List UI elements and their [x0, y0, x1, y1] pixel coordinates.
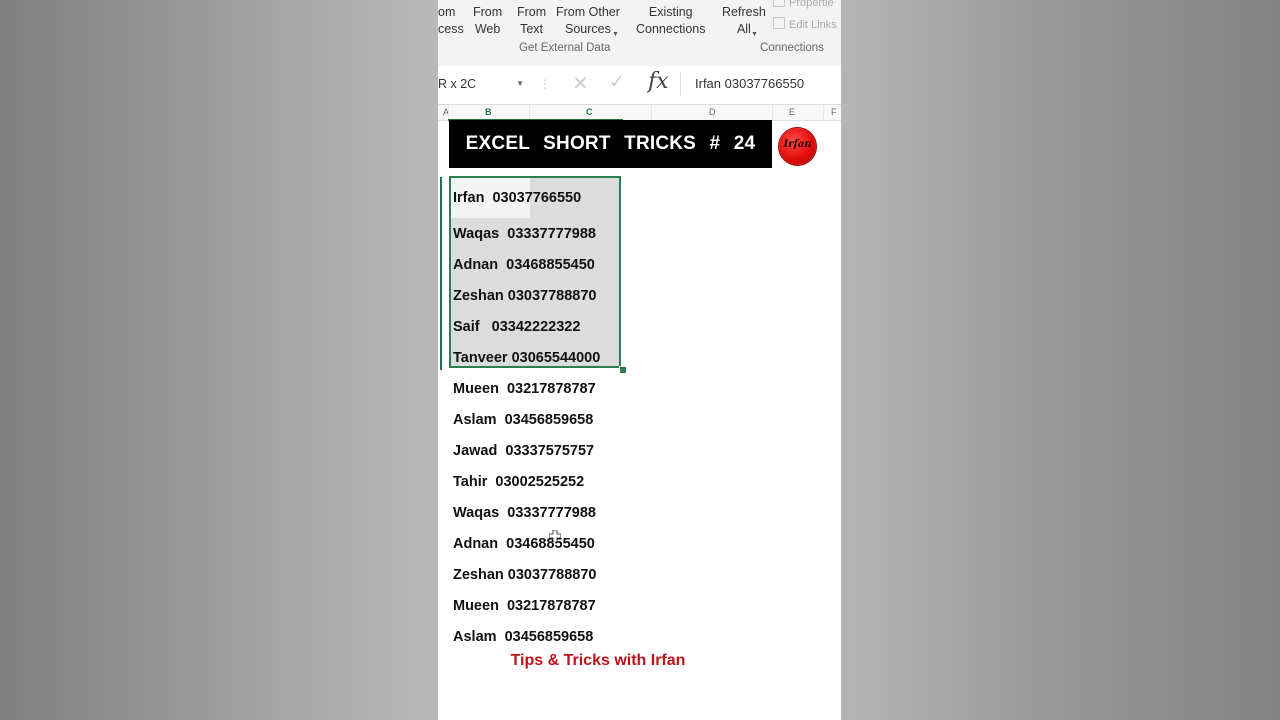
column-header-e[interactable]: E	[789, 107, 795, 117]
column-divider	[823, 105, 824, 120]
list-item[interactable]: Aslam 03456859658	[453, 411, 593, 429]
enter-check-icon[interactable]: ✓	[609, 71, 625, 94]
properties-label: Propertie	[789, 0, 834, 9]
list-item[interactable]: Irfan 03037766550	[453, 189, 581, 207]
column-divider	[448, 105, 449, 120]
data-ribbon: om cess From Web From Text From Other So…	[438, 0, 841, 67]
column-header-b[interactable]: B	[485, 107, 492, 117]
column-divider	[772, 105, 773, 120]
refresh-all-button[interactable]: Refresh All ▼	[722, 4, 766, 38]
formula-bar: R x 2C ▼ ⋮ ✕ ✓ fx Irfan 03037766550	[438, 66, 841, 105]
chevron-down-icon: ▼	[612, 31, 619, 38]
from-web-label: From Web	[473, 5, 503, 36]
list-item[interactable]: Adnan 03468855450	[453, 256, 595, 274]
from-text-button[interactable]: From Text	[517, 4, 546, 38]
channel-logo: Irfan	[779, 128, 816, 165]
from-text-label: From Text	[517, 5, 547, 36]
column-header-f[interactable]: F	[831, 107, 837, 117]
from-web-button[interactable]: From Web	[473, 4, 502, 38]
name-box[interactable]: R x 2C ▼	[438, 75, 524, 93]
column-divider	[529, 105, 530, 120]
fill-handle[interactable]	[619, 366, 627, 374]
name-box-value: R x 2C	[438, 77, 477, 91]
list-item[interactable]: Waqas 03337777988	[453, 225, 596, 243]
logo-mark: Irfan	[783, 139, 812, 150]
chevron-down-icon[interactable]: ▼	[516, 75, 524, 93]
list-item[interactable]: Jawad 03337575757	[453, 442, 594, 460]
cancel-icon[interactable]: ✕	[572, 71, 589, 96]
edit-links-button[interactable]: Edit Links	[773, 17, 837, 31]
formula-divider	[680, 72, 681, 96]
list-item[interactable]: Tanveer 03065544000	[453, 349, 600, 367]
excel-screen: om cess From Web From Text From Other So…	[438, 0, 841, 720]
cell-cursor-icon	[549, 530, 561, 542]
group-get-external-data: Get External Data	[519, 42, 611, 54]
group-connections: Connections	[760, 42, 824, 54]
from-access-label: om cess	[438, 5, 464, 36]
selected-rows-indicator	[440, 177, 442, 370]
column-divider	[651, 105, 652, 120]
list-item[interactable]: Saif 03342222322	[453, 318, 580, 336]
from-access-button[interactable]: om cess	[438, 4, 464, 38]
list-item[interactable]: Mueen 03217878787	[453, 597, 596, 615]
edit-links-icon	[773, 17, 785, 29]
list-item[interactable]: Zeshan 03037788870	[453, 566, 597, 584]
from-other-sources-button[interactable]: From Other Sources ▼	[556, 4, 620, 38]
properties-button[interactable]: Propertie	[773, 0, 834, 9]
video-backdrop-left	[0, 0, 438, 720]
insert-function-icon[interactable]: fx	[648, 69, 669, 94]
properties-icon	[773, 0, 785, 7]
channel-tagline: Tips & Tricks with Irfan	[510, 652, 686, 669]
formula-input[interactable]: Irfan 03037766550	[695, 75, 804, 93]
column-headers: A B C D E F	[438, 105, 841, 121]
list-item[interactable]: Adnan 03468855450	[453, 535, 595, 553]
edit-links-label: Edit Links	[789, 19, 837, 31]
list-item[interactable]: Aslam 03456859658	[453, 628, 593, 646]
list-item[interactable]: Tahir 03002525252	[453, 473, 584, 491]
existing-connections-button[interactable]: Existing Connections	[636, 4, 706, 38]
refresh-all-label: Refresh All	[722, 5, 766, 36]
column-header-c[interactable]: C	[586, 107, 593, 117]
list-item[interactable]: Mueen 03217878787	[453, 380, 596, 398]
existing-connections-label: Existing Connections	[636, 5, 706, 36]
video-title-banner: EXCEL SHORT TRICKS # 24	[449, 120, 772, 168]
grip-dots-icon: ⋮	[539, 77, 551, 91]
video-backdrop-right	[841, 0, 1280, 720]
chevron-down-icon: ▼	[751, 31, 758, 38]
list-item[interactable]: Waqas 03337777988	[453, 504, 596, 522]
column-header-d[interactable]: D	[709, 107, 716, 117]
from-other-sources-label: From Other Sources	[556, 5, 620, 36]
list-item[interactable]: Zeshan 03037788870	[453, 287, 597, 305]
